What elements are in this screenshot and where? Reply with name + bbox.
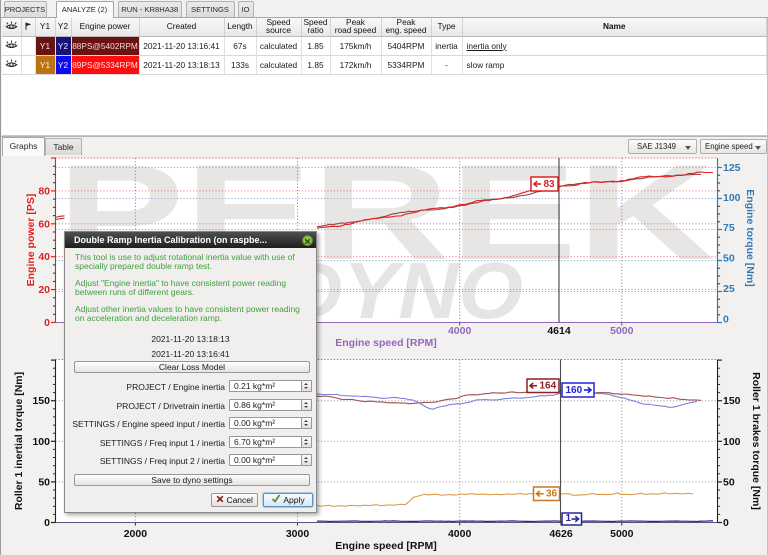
svg-text:150: 150 bbox=[32, 395, 50, 407]
svg-text:164: 164 bbox=[540, 381, 557, 392]
svg-text:100: 100 bbox=[723, 192, 741, 204]
svg-text:0: 0 bbox=[723, 517, 729, 529]
svg-text:DYNO: DYNO bbox=[283, 246, 523, 335]
svg-text:40: 40 bbox=[38, 251, 50, 263]
svg-text:4614: 4614 bbox=[547, 325, 571, 337]
svg-text:Engine power [PS]: Engine power [PS] bbox=[25, 194, 37, 287]
svg-text:Engine speed [RPM]: Engine speed [RPM] bbox=[335, 540, 437, 552]
svg-text:50: 50 bbox=[38, 476, 50, 488]
svg-text:2000: 2000 bbox=[124, 528, 148, 540]
svg-text:80: 80 bbox=[38, 185, 50, 197]
svg-text:5000: 5000 bbox=[610, 325, 634, 337]
svg-text:Engine torque [Nm]: Engine torque [Nm] bbox=[744, 189, 756, 286]
svg-text:75: 75 bbox=[723, 222, 735, 234]
svg-text:83: 83 bbox=[544, 179, 556, 190]
svg-text:25: 25 bbox=[723, 283, 735, 295]
svg-text:Roller 1 brakes torque [Nm]: Roller 1 brakes torque [Nm] bbox=[750, 372, 762, 510]
svg-text:5000: 5000 bbox=[610, 528, 634, 540]
svg-text:50: 50 bbox=[723, 476, 735, 488]
svg-text:100: 100 bbox=[723, 436, 741, 448]
svg-text:3000: 3000 bbox=[286, 528, 310, 540]
svg-text:Engine speed [RPM]: Engine speed [RPM] bbox=[335, 337, 437, 349]
svg-text:100: 100 bbox=[32, 436, 50, 448]
svg-text:4000: 4000 bbox=[448, 528, 472, 540]
svg-text:4000: 4000 bbox=[448, 325, 472, 337]
svg-text:4626: 4626 bbox=[549, 528, 573, 540]
svg-text:125: 125 bbox=[723, 162, 741, 174]
svg-text:160: 160 bbox=[566, 385, 583, 396]
svg-text:0: 0 bbox=[44, 317, 50, 329]
svg-text:50: 50 bbox=[723, 253, 735, 265]
svg-text:20: 20 bbox=[38, 284, 50, 296]
svg-text:150: 150 bbox=[723, 395, 741, 407]
svg-text:60: 60 bbox=[38, 218, 50, 230]
svg-text:36: 36 bbox=[546, 489, 558, 500]
svg-text:0: 0 bbox=[723, 314, 729, 326]
svg-text:0: 0 bbox=[44, 517, 50, 529]
svg-text:1: 1 bbox=[566, 513, 572, 524]
svg-text:Roller 1 inertial torque [Nm]: Roller 1 inertial torque [Nm] bbox=[13, 372, 25, 510]
